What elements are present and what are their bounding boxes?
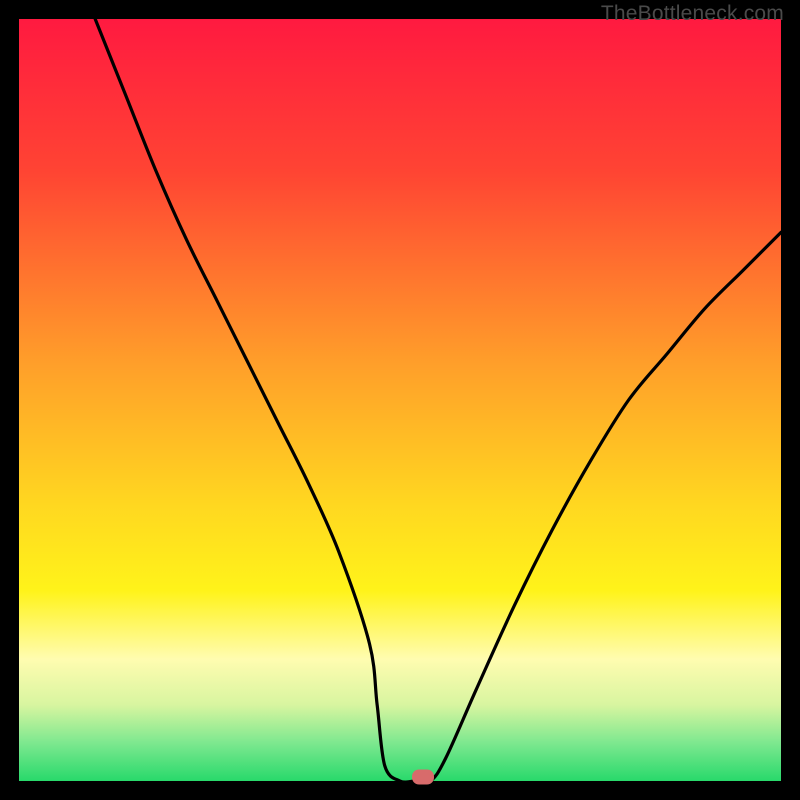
chart-container: TheBottleneck.com [0,0,800,800]
chart-area [19,19,781,781]
bottleneck-curve [19,19,781,781]
minimum-marker [412,770,434,785]
watermark-text: TheBottleneck.com [601,2,784,26]
